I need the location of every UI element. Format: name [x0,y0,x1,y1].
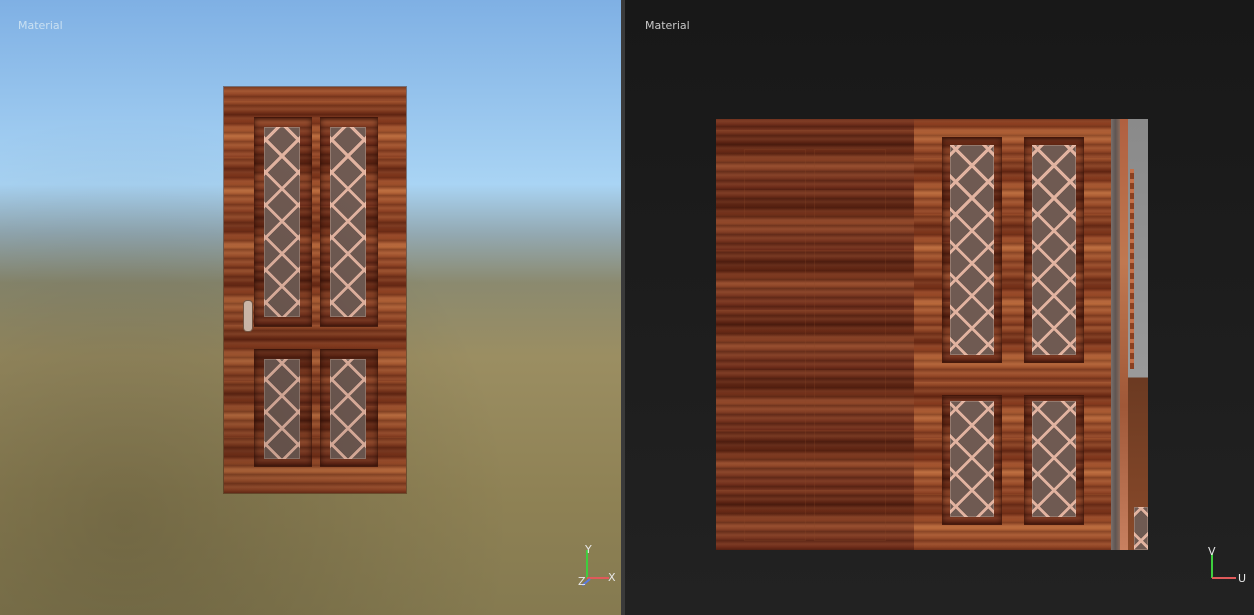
uv-edge-detail [1130,169,1134,369]
uv-lattice-glass [950,145,994,355]
uv-edge-lattice [1134,507,1148,550]
door-handle [244,301,252,331]
lattice-glass [264,359,300,459]
uv-back-panel-outline [814,149,886,541]
z-axis-label: Z [578,575,586,588]
x-axis-label: X [608,571,616,584]
door-model[interactable] [224,87,406,493]
uv-edge-strip [1120,119,1128,550]
uv-lattice-glass [1032,401,1076,517]
axis-gizmo-uv: V U [1207,544,1247,585]
v-axis-label: V [1208,545,1216,558]
u-axis-label: U [1238,572,1247,585]
viewport-3d[interactable]: Material Y Z X [0,0,621,615]
lattice-glass [264,127,300,317]
viewport-uv[interactable]: Material V U [625,0,1254,615]
uv-lattice-glass [1032,145,1076,355]
uv-texture-map[interactable] [716,119,1148,550]
viewport-3d-title: Material [18,19,63,32]
y-axis-label: Y [585,543,592,556]
lattice-glass [330,359,366,459]
axis-gizmo-3d: Y Z X [576,543,616,588]
viewport-uv-title: Material [645,19,690,32]
uv-edge-strip [1111,119,1120,550]
lattice-glass [330,127,366,317]
uv-lattice-glass [950,401,994,517]
uv-back-panel-outline [744,149,806,541]
u-axis-line [1212,577,1236,579]
